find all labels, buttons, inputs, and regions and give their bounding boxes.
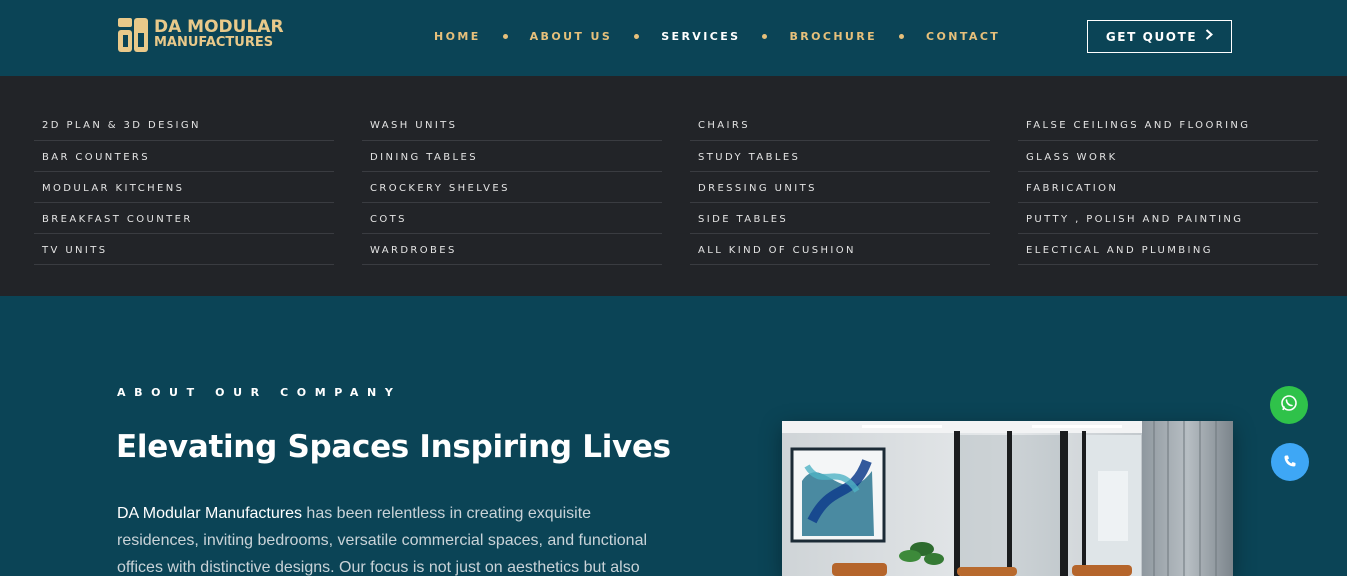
menu-item-tv-units[interactable]: TV UNITS — [34, 234, 334, 265]
logo-line1: DA MODULAR — [154, 17, 284, 37]
nav-brochure[interactable]: BROCHURE — [789, 30, 877, 43]
get-quote-label: GET QUOTE — [1105, 29, 1198, 44]
nav-separator-dot — [634, 34, 640, 39]
menu-item-putty-polish-painting[interactable]: PUTTY , POLISH AND PAINTING — [1018, 203, 1318, 234]
get-quote-button[interactable]: GET QUOTE — [1087, 20, 1232, 53]
menu-item-cots[interactable]: COTS — [362, 203, 662, 234]
section-headline: Elevating Spaces Inspiring Lives — [116, 429, 671, 465]
logo-line2: MANUFACTURES — [154, 35, 274, 50]
menu-item-breakfast-counter[interactable]: BREAKFAST COUNTER — [34, 203, 334, 234]
menu-item-study-tables[interactable]: STUDY TABLES — [690, 141, 990, 172]
about-paragraph: DA Modular Manufactures has been relentl… — [117, 500, 657, 576]
menu-item-glass-work[interactable]: GLASS WORK — [1018, 141, 1318, 172]
whatsapp-button[interactable] — [1270, 386, 1308, 424]
mega-menu-column-3: CHAIRS STUDY TABLES DRESSING UNITS SIDE … — [690, 109, 990, 265]
nav-home[interactable]: HOME — [434, 30, 481, 43]
nav-services[interactable]: SERVICES — [661, 30, 740, 43]
menu-item-bar-counters[interactable]: BAR COUNTERS — [34, 141, 334, 172]
menu-item-wardrobes[interactable]: WARDROBES — [362, 234, 662, 265]
office-interior-photo — [782, 421, 1233, 576]
logo-mark-icon — [118, 18, 148, 52]
mega-menu-column-1: 2D PLAN & 3D DESIGN BAR COUNTERS MODULAR… — [34, 109, 334, 265]
nav-separator-dot — [502, 34, 508, 39]
menu-item-fabrication[interactable]: FABRICATION — [1018, 172, 1318, 203]
mega-menu-column-2: WASH UNITS DINING TABLES CROCKERY SHELVE… — [362, 109, 662, 265]
menu-item-wash-units[interactable]: WASH UNITS — [362, 109, 662, 141]
menu-item-electrical-and-plumbing[interactable]: ELECTICAL AND PLUMBING — [1018, 234, 1318, 265]
mega-menu-column-4: FALSE CEILINGS AND FLOORING GLASS WORK F… — [1018, 109, 1318, 265]
menu-item-2d-plan-3d-design[interactable]: 2D PLAN & 3D DESIGN — [34, 109, 334, 141]
chevron-right-icon — [1205, 29, 1214, 44]
menu-item-modular-kitchens[interactable]: MODULAR KITCHENS — [34, 172, 334, 203]
section-eyebrow: ABOUT OUR COMPANY — [117, 386, 402, 399]
site-header: DA MODULAR MANUFACTURES HOME ABOUT US SE… — [0, 0, 1347, 76]
menu-item-dressing-units[interactable]: DRESSING UNITS — [690, 172, 990, 203]
nav-contact[interactable]: CONTACT — [926, 30, 1000, 43]
nav-about-us[interactable]: ABOUT US — [530, 30, 613, 43]
whatsapp-icon — [1280, 394, 1298, 416]
menu-item-crockery-shelves[interactable]: CROCKERY SHELVES — [362, 172, 662, 203]
menu-item-side-tables[interactable]: SIDE TABLES — [690, 203, 990, 234]
nav-separator-dot — [762, 34, 768, 39]
menu-item-dining-tables[interactable]: DINING TABLES — [362, 141, 662, 172]
menu-item-all-kind-of-cushion[interactable]: ALL KIND OF CUSHION — [690, 234, 990, 265]
menu-item-chairs[interactable]: CHAIRS — [690, 109, 990, 141]
phone-icon — [1283, 453, 1297, 472]
phone-call-button[interactable] — [1271, 443, 1309, 481]
main-nav: HOME ABOUT US SERVICES BROCHURE CONTACT — [434, 30, 1000, 43]
brand-name: DA Modular Manufactures — [117, 505, 302, 522]
logo[interactable]: DA MODULAR MANUFACTURES — [118, 17, 284, 53]
menu-item-false-ceilings-and-flooring[interactable]: FALSE CEILINGS AND FLOORING — [1018, 109, 1318, 141]
nav-separator-dot — [899, 34, 905, 39]
services-mega-menu: 2D PLAN & 3D DESIGN BAR COUNTERS MODULAR… — [0, 76, 1347, 296]
